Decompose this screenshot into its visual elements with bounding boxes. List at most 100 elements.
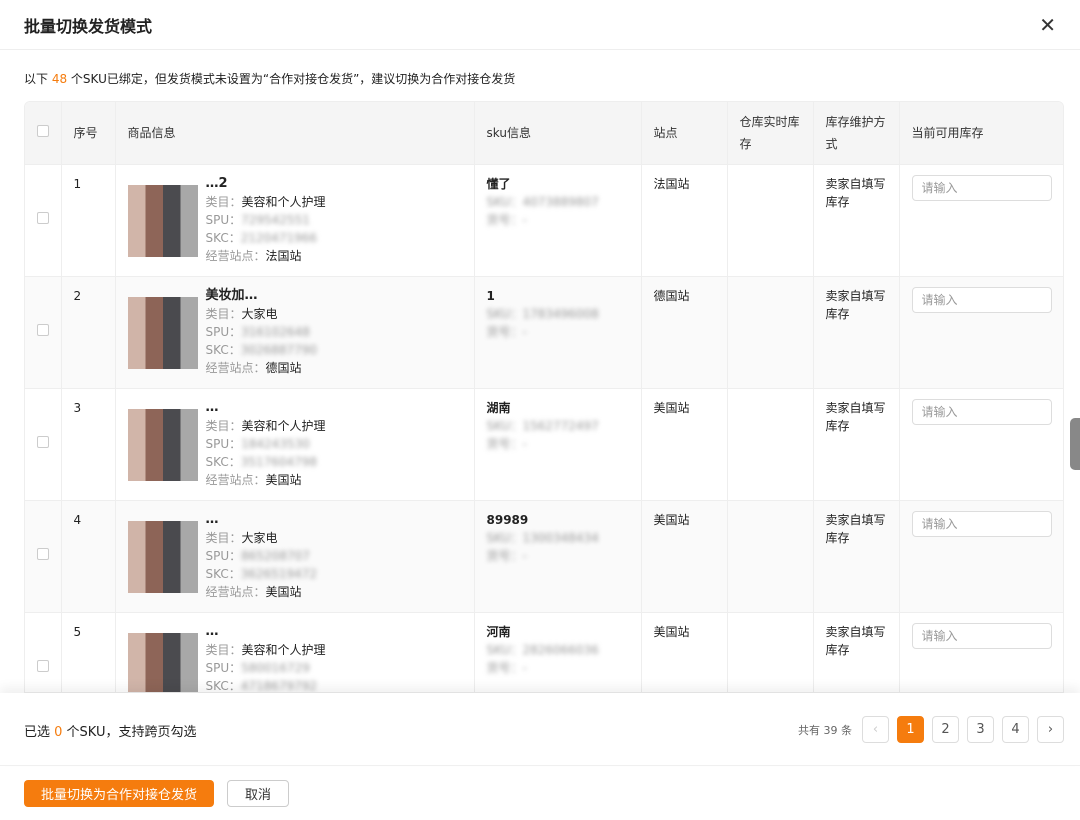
spu-value: 729542551	[241, 212, 310, 227]
product-image	[127, 184, 198, 257]
row-checkbox[interactable]	[37, 212, 49, 224]
code-label: 货号：	[486, 660, 523, 675]
category-value: 大家电	[241, 530, 278, 545]
row-checkbox[interactable]	[37, 324, 49, 336]
skc-label: SKC：	[205, 230, 241, 245]
skc-value: 3626519472	[240, 566, 318, 581]
row-no: 3	[61, 387, 116, 500]
row-no: 2	[61, 275, 116, 388]
maintain-mode: 卖家自填写库存	[813, 387, 900, 500]
sku-name: 89989	[486, 512, 529, 527]
row-checkbox[interactable]	[37, 548, 49, 560]
row-checkbox[interactable]	[37, 660, 49, 673]
product-image	[127, 632, 198, 692]
maintain-mode: 卖家自填写库存	[813, 163, 900, 276]
sku-label: SKU：	[486, 642, 523, 657]
site-value: 德国站	[265, 360, 302, 375]
input-placeholder: 请输入	[921, 180, 958, 195]
site-label: 经营站点：	[205, 360, 266, 375]
code-label: 货号：	[486, 436, 523, 451]
sku-label: SKU：	[486, 194, 523, 209]
category-label: 类目：	[205, 642, 242, 657]
batch-switch-button[interactable]: 批量切换为合作对接仓发货	[24, 780, 214, 807]
skc-label: SKC：	[205, 342, 241, 357]
cancel-button[interactable]: 取消	[227, 780, 289, 807]
available-stock-input[interactable]: 请输入	[911, 174, 1052, 201]
footer-bar: 已选 0 个SKU，支持跨页勾选 共有 39 条 ‹ 1 2 3 4 ›	[0, 693, 1080, 765]
dialog-header: 批量切换发货模式 ✕	[0, 0, 1080, 50]
page-1[interactable]: 1	[897, 716, 924, 743]
spu-label: SPU：	[205, 212, 242, 227]
row-checkbox[interactable]	[37, 436, 49, 448]
spu-value: 184243530	[241, 436, 310, 451]
category-value: 大家电	[241, 306, 278, 321]
station: 美国站	[641, 499, 728, 612]
sku-label: SKU：	[486, 530, 523, 545]
notice-prefix: 以下	[24, 72, 52, 86]
site-label: 经营站点：	[205, 584, 266, 599]
category-value: 美容和个人护理	[241, 194, 326, 209]
skc-label: SKC：	[205, 566, 241, 581]
row-no: 4	[61, 499, 116, 612]
station: 美国站	[641, 387, 728, 500]
dialog-title: 批量切换发货模式	[24, 16, 153, 36]
scrollbar[interactable]	[1070, 418, 1080, 470]
spu-label: SPU：	[205, 548, 242, 563]
site-value: 美国站	[265, 584, 302, 599]
col-no: 序号	[61, 102, 116, 164]
category-value: 美容和个人护理	[241, 418, 326, 433]
notice-count: 48	[51, 72, 68, 86]
code-label: 货号：	[486, 212, 523, 227]
sel-suffix: 个SKU，支持跨页勾选	[62, 725, 197, 740]
close-icon[interactable]: ✕	[1039, 13, 1056, 37]
available-stock-input[interactable]: 请输入	[911, 622, 1052, 649]
next-page-button[interactable]: ›	[1037, 716, 1064, 743]
skc-value: 4718679792	[240, 678, 318, 693]
maintain-mode: 卖家自填写库存	[813, 499, 900, 612]
col-product: 商品信息	[115, 102, 475, 164]
sku-info: 湖南 SKU：1562772497 货号：-	[474, 387, 642, 500]
action-bar: 批量切换为合作对接仓发货 取消	[0, 765, 1080, 820]
sku-info: 1 SKU：1783496008 货号：-	[474, 275, 642, 388]
page-3[interactable]: 3	[967, 716, 994, 743]
input-placeholder: 请输入	[921, 628, 958, 643]
sku-info: 89989 SKU：1300348434 货号：-	[474, 499, 642, 612]
available-stock-input[interactable]: 请输入	[911, 510, 1052, 537]
code-label: 货号：	[486, 548, 523, 563]
select-all-checkbox[interactable]	[37, 124, 49, 137]
category-value: 美容和个人护理	[241, 642, 326, 657]
page-4[interactable]: 4	[1002, 716, 1029, 743]
prev-page-button[interactable]: ‹	[862, 716, 889, 743]
maintain-mode: 卖家自填写库存	[813, 275, 900, 388]
warehouse-stock	[727, 163, 814, 276]
product-info: … 类目：美容和个人护理 SPU：580016729 SKC：471867979…	[115, 611, 475, 693]
pagination: 共有 39 条 ‹ 1 2 3 4 ›	[798, 716, 1064, 743]
product-info: …2 类目：美容和个人护理 SPU：729542551 SKC：21204719…	[115, 163, 475, 276]
station: 德国站	[641, 275, 728, 388]
table-row: 4 … 类目：大家电 SPU：865208707 SKC：3626519472 …	[25, 499, 1063, 612]
available-stock-input[interactable]: 请输入	[911, 286, 1052, 313]
sku-name: 湖南	[486, 400, 511, 415]
page-2[interactable]: 2	[932, 716, 959, 743]
product-info: 美妆加… 类目：大家电 SPU：316102648 SKC：3026887790…	[115, 275, 475, 388]
col-maintain: 库存维护方式	[813, 102, 900, 164]
product-info: … 类目：大家电 SPU：865208707 SKC：3626519472 经营…	[115, 499, 475, 612]
warehouse-stock	[727, 499, 814, 612]
sku-label: SKU：	[486, 306, 523, 321]
skc-label: SKC：	[205, 454, 241, 469]
code-value: -	[522, 324, 527, 339]
sku-label: SKU：	[486, 418, 523, 433]
available-stock-input[interactable]: 请输入	[911, 398, 1052, 425]
category-label: 类目：	[205, 530, 242, 545]
input-placeholder: 请输入	[921, 404, 958, 419]
station: 美国站	[641, 611, 728, 692]
spu-value: 580016729	[241, 660, 310, 675]
category-label: 类目：	[205, 194, 242, 209]
sku-info: 河南 SKU：2826066036 货号：-	[474, 611, 642, 692]
row-no: 1	[61, 163, 116, 276]
table-row: 3 … 类目：美容和个人护理 SPU：184243530 SKC：3517604…	[25, 387, 1063, 500]
col-available: 当前可用库存	[899, 102, 1063, 164]
sku-name: 1	[486, 288, 495, 303]
warehouse-stock	[727, 387, 814, 500]
product-info: … 类目：美容和个人护理 SPU：184243530 SKC：351760479…	[115, 387, 475, 500]
